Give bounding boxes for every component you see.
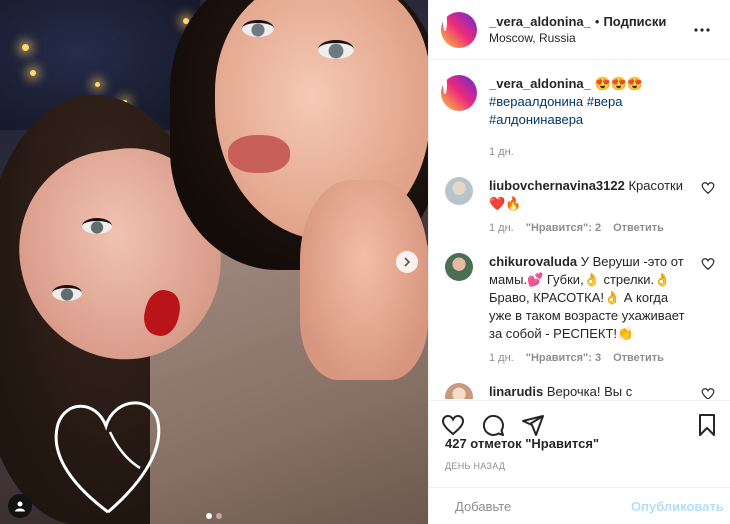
- like-comment-icon[interactable]: [701, 181, 715, 195]
- post-timestamp[interactable]: ДЕНЬ НАЗАД: [445, 461, 505, 471]
- comment-text: Верочка! Вы с: [546, 384, 633, 399]
- comment-likes[interactable]: "Нравится": 2: [526, 219, 601, 237]
- comment-likes[interactable]: "Нравится": 3: [526, 349, 601, 367]
- share-icon[interactable]: [521, 413, 545, 437]
- fairy-light: [95, 82, 100, 87]
- action-bar: [429, 400, 730, 440]
- avatar[interactable]: [441, 75, 477, 111]
- like-comment-icon[interactable]: [701, 387, 715, 399]
- eye: [82, 218, 112, 234]
- post-header: _vera_aldonina_ • Подписки Moscow, Russia: [429, 0, 730, 60]
- hashtag[interactable]: #алдонинавера: [489, 112, 583, 127]
- likes-count[interactable]: 427 отметок "Нравится": [445, 436, 599, 451]
- following-button[interactable]: Подписки: [603, 14, 666, 29]
- comment-icon[interactable]: [481, 413, 505, 437]
- lips: [228, 135, 290, 173]
- post-caption: _vera_aldonina_ 😍😍😍 #вераалдонина #вера …: [441, 75, 715, 161]
- avatar[interactable]: [445, 253, 473, 281]
- user-icon: [15, 501, 25, 512]
- separator: •: [594, 13, 600, 29]
- fairy-light: [22, 44, 29, 51]
- chevron-right-icon: [404, 257, 411, 267]
- post-username[interactable]: _vera_aldonina_: [489, 14, 591, 29]
- comment-username[interactable]: liubovchernavina3122: [489, 178, 625, 193]
- eye: [318, 40, 354, 59]
- hashtag[interactable]: #вера: [587, 94, 623, 109]
- comment-item: liubovchernavina3122 Красотки ❤️🔥 1 дн. …: [441, 177, 715, 237]
- comment-item: linarudis Верочка! Вы с: [441, 383, 715, 399]
- caption-emoji: 😍😍😍: [594, 76, 644, 91]
- more-icon: [694, 27, 710, 32]
- add-comment-bar: Опубликовать: [429, 487, 730, 524]
- comment-input[interactable]: [455, 498, 631, 514]
- hashtag[interactable]: #вераалдонина: [489, 94, 583, 109]
- hand: [300, 180, 428, 380]
- comment-time[interactable]: 1 дн.: [489, 219, 514, 237]
- comment-username[interactable]: linarudis: [489, 384, 543, 399]
- caption-time[interactable]: 1 дн.: [489, 143, 514, 161]
- comment-time[interactable]: 1 дн.: [489, 349, 514, 367]
- comments-list[interactable]: _vera_aldonina_ 😍😍😍 #вераалдонина #вера …: [429, 61, 730, 399]
- caption-username[interactable]: _vera_aldonina_: [489, 76, 591, 91]
- post-photo[interactable]: [0, 0, 428, 524]
- avatar[interactable]: [445, 383, 473, 399]
- like-comment-icon[interactable]: [701, 257, 715, 271]
- carousel-indicator: [0, 513, 428, 519]
- heart-doodle-icon: [54, 401, 161, 514]
- eye: [52, 285, 82, 301]
- publish-button[interactable]: Опубликовать: [631, 499, 724, 514]
- reply-button[interactable]: Ответить: [613, 349, 664, 367]
- avatar[interactable]: [445, 177, 473, 205]
- reply-button[interactable]: Ответить: [613, 219, 664, 237]
- carousel-dot: [216, 513, 222, 519]
- avatar[interactable]: [441, 11, 477, 48]
- carousel-dot: [206, 513, 212, 519]
- eye: [242, 20, 274, 37]
- like-icon[interactable]: [441, 413, 465, 437]
- more-options-button[interactable]: [690, 18, 714, 42]
- post-panel: _vera_aldonina_ • Подписки Moscow, Russia …: [428, 0, 730, 524]
- carousel-next-button[interactable]: [396, 251, 418, 273]
- fairy-light: [30, 70, 36, 76]
- post-location[interactable]: Moscow, Russia: [489, 30, 690, 47]
- comment-username[interactable]: chikurovaluda: [489, 254, 577, 269]
- bookmark-icon[interactable]: [695, 413, 719, 437]
- comment-item: chikurovaluda У Веруши -это от мамы.💕 Гу…: [441, 253, 715, 367]
